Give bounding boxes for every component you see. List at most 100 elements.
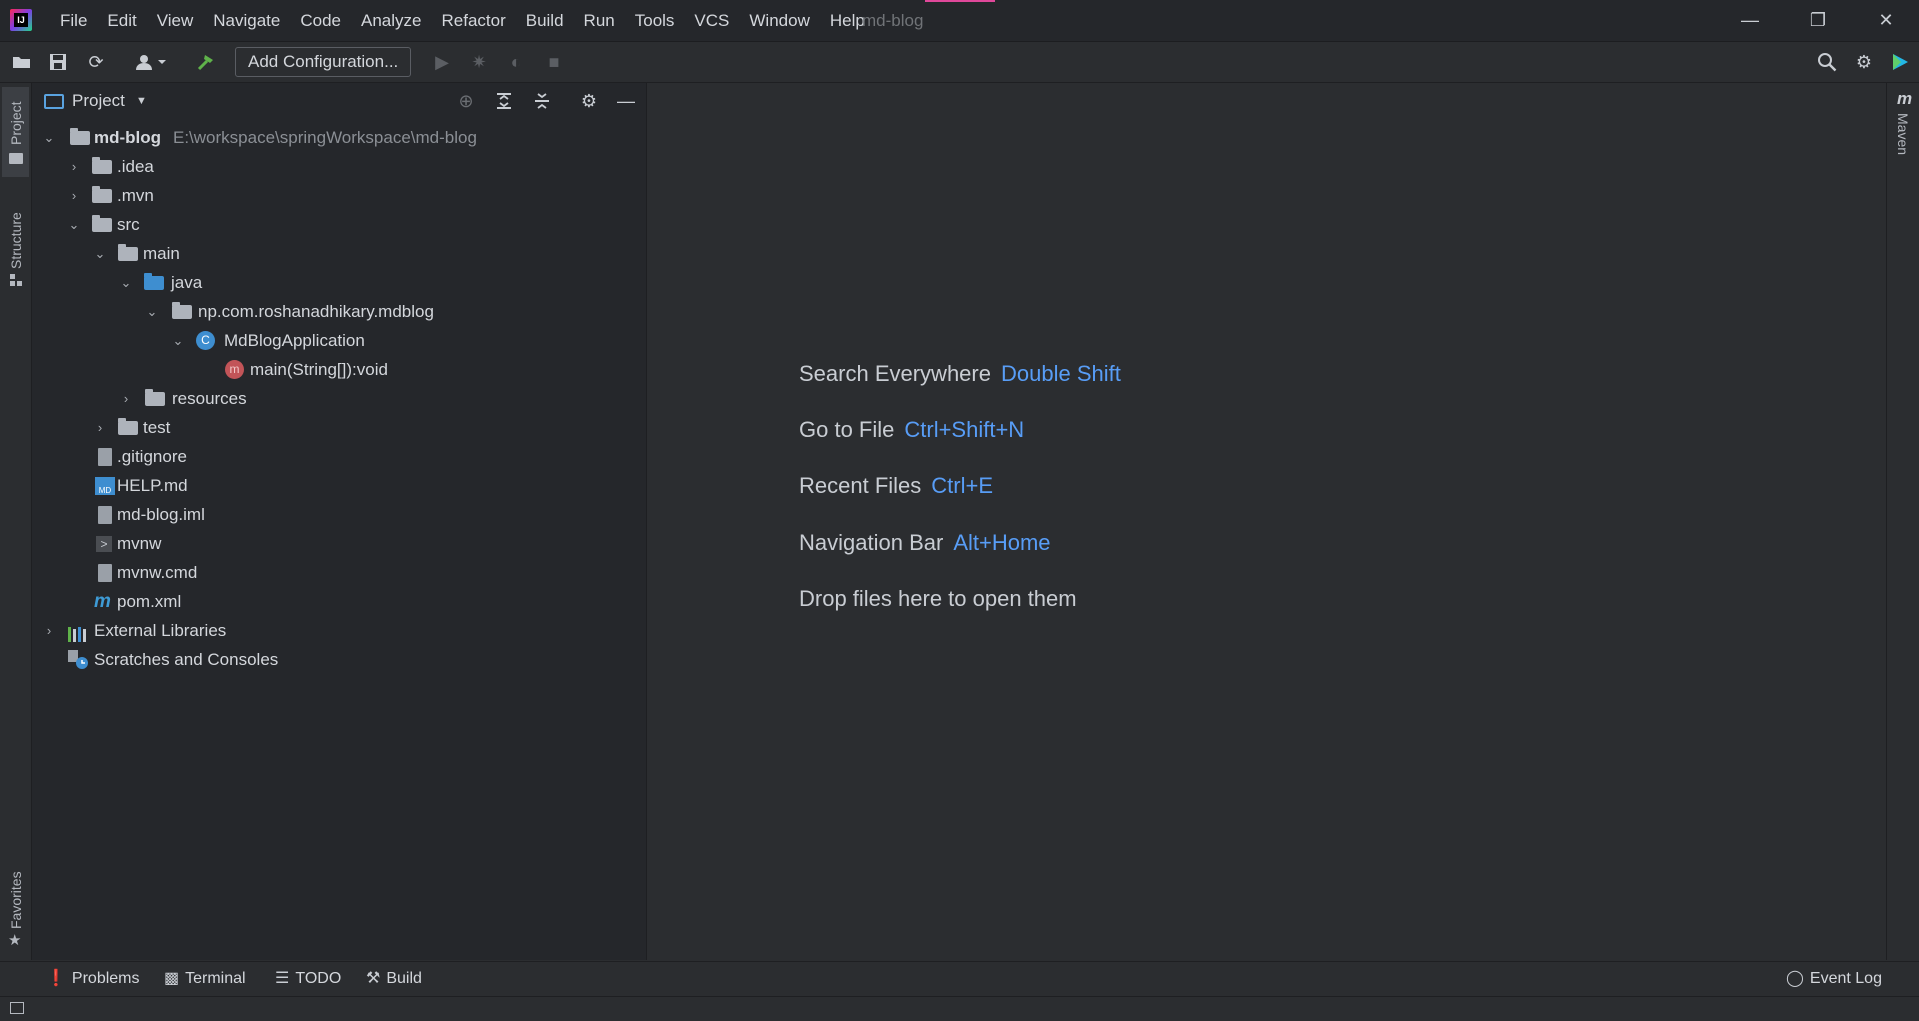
intellij-logo-icon[interactable]: IJ [10,9,32,31]
locate-file-icon[interactable]: ⊕ [454,89,478,113]
project-panel-title[interactable]: Project [72,83,125,119]
open-folder-icon[interactable] [10,50,34,74]
tree-item-label: md-blog [94,128,162,147]
menu-code[interactable]: Code [290,0,351,41]
event-log-button[interactable]: ◯ Event Log [1786,962,1882,996]
menu-run[interactable]: Run [574,0,625,41]
chevron-right-icon[interactable]: › [66,181,82,210]
menu-analyze[interactable]: Analyze [351,0,431,41]
settings-gear-icon[interactable]: ⚙ [1852,50,1876,74]
tree-item-class[interactable]: ⌄ C MdBlogApplication [32,326,646,355]
tree-item-java[interactable]: ⌄ java [32,268,646,297]
tree-item-resources[interactable]: › resources [32,384,646,413]
folder-icon [118,244,138,261]
sync-icon[interactable]: ⟳ [84,50,108,74]
todo-tool-button[interactable]: ☰ TODO [275,962,341,996]
project-tool-tab[interactable]: Project [2,87,29,177]
menu-navigate[interactable]: Navigate [203,0,290,41]
build-tool-button[interactable]: ⚒ Build [366,962,422,996]
hide-panel-icon[interactable]: — [614,89,638,113]
hint-text: Go to File [799,417,895,442]
structure-tool-tab[interactable]: Structure [2,187,29,287]
save-icon[interactable] [46,50,70,74]
tree-item-label: .mvn [117,186,154,205]
main-toolbar: ⟳ Add Configuration... ▶ ✷ ◐ ■ ⚙ [0,42,1919,83]
menu-window[interactable]: Window [739,0,819,41]
ignore-file-icon [98,448,112,466]
markdown-file-icon: MD [95,477,115,495]
close-icon[interactable]: ✕ [1858,0,1914,41]
editor-empty-area[interactable]: Search Everywhere Double Shift Go to File… [647,83,1885,960]
build-hammer-icon[interactable] [194,50,218,74]
toggle-tool-windows-icon[interactable] [10,1002,24,1014]
toolbox-icon[interactable] [1888,50,1912,74]
tree-item-path: E:\workspace\springWorkspace\md-blog [173,128,477,147]
tree-item-gitignore[interactable]: .gitignore [32,442,646,471]
resources-folder-icon [145,389,165,406]
favorites-tab-label: Favorites [8,871,24,929]
menu-vcs[interactable]: VCS [684,0,739,41]
chevron-down-icon[interactable]: ⌄ [41,123,57,152]
tree-item-label: HELP.md [117,476,188,495]
run-with-coverage-icon[interactable]: ◐ [504,50,528,74]
title-bar: IJ File Edit View Navigate Code Analyze … [0,0,1919,42]
tree-item-external-libraries[interactable]: › External Libraries [32,616,646,645]
stop-icon[interactable]: ■ [542,50,566,74]
tree-item-md-blog[interactable]: ⌄ md-blog E:\workspace\springWorkspace\m… [32,123,646,152]
source-folder-icon [144,273,164,290]
add-configuration-button[interactable]: Add Configuration... [235,47,412,77]
hint-shortcut: Alt+Home [953,530,1051,555]
tree-item-label: MdBlogApplication [224,331,365,350]
problems-tool-button[interactable]: ❗ Problems [46,962,140,996]
tree-item-method[interactable]: m main(String[]):void [32,355,646,384]
minimize-icon[interactable]: — [1722,0,1778,41]
menu-tools[interactable]: Tools [625,0,685,41]
favorites-tool-tab[interactable]: Favorites ★ [2,853,29,953]
right-tool-stripe: m Maven [1886,83,1919,960]
tree-item-help-md[interactable]: MD HELP.md [32,471,646,500]
user-menu-icon[interactable] [132,50,172,74]
module-folder-icon [70,128,90,145]
terminal-tool-button[interactable]: ▩ Terminal [164,962,246,996]
search-icon[interactable] [1815,50,1839,74]
panel-settings-gear-icon[interactable]: ⚙ [577,89,601,113]
hint-recent-files: Recent Files Ctrl+E [799,473,993,499]
tree-item-test[interactable]: › test [32,413,646,442]
tree-item-scratches[interactable]: Scratches and Consoles [32,645,646,674]
restore-icon[interactable]: ❐ [1790,0,1846,41]
tree-item-src[interactable]: ⌄ src [32,210,646,239]
chevron-down-icon[interactable]: ⌄ [144,297,160,326]
tree-item-main[interactable]: ⌄ main [32,239,646,268]
tree-item-mvnw[interactable]: > mvnw [32,529,646,558]
menu-edit[interactable]: Edit [97,0,146,41]
chevron-right-icon[interactable]: › [118,384,134,413]
chevron-right-icon[interactable]: › [41,616,57,645]
chevron-right-icon[interactable]: › [92,413,108,442]
menu-view[interactable]: View [147,0,204,41]
debug-icon[interactable]: ✷ [467,50,491,74]
iml-file-icon [98,506,112,524]
tree-item-mvnw-cmd[interactable]: mvnw.cmd [32,558,646,587]
menu-build[interactable]: Build [516,0,574,41]
tree-item-pom[interactable]: m pom.xml [32,587,646,616]
chevron-down-icon[interactable]: ⌄ [66,210,82,239]
menu-file[interactable]: File [50,0,97,41]
menu-refactor[interactable]: Refactor [431,0,515,41]
chevron-down-icon[interactable]: ⌄ [118,268,134,297]
maven-tool-tab[interactable]: m Maven [1889,89,1918,169]
chevron-down-icon[interactable]: ▼ [136,83,147,119]
tree-item-iml[interactable]: md-blog.iml [32,500,646,529]
expand-all-icon[interactable] [492,89,516,113]
hint-search-everywhere: Search Everywhere Double Shift [799,361,1121,387]
tree-item-idea[interactable]: › .idea [32,152,646,181]
chevron-down-icon[interactable]: ⌄ [92,239,108,268]
collapse-all-icon[interactable] [530,89,554,113]
tree-item-mvn[interactable]: › .mvn [32,181,646,210]
tree-item-label: pom.xml [117,592,182,611]
folder-icon [9,153,23,164]
run-icon[interactable]: ▶ [430,50,454,74]
tree-item-label: mvnw.cmd [117,563,198,582]
chevron-right-icon[interactable]: › [66,152,82,181]
tree-item-package[interactable]: ⌄ np.com.roshanadhikary.mdblog [32,297,646,326]
chevron-down-icon[interactable]: ⌄ [170,326,186,355]
